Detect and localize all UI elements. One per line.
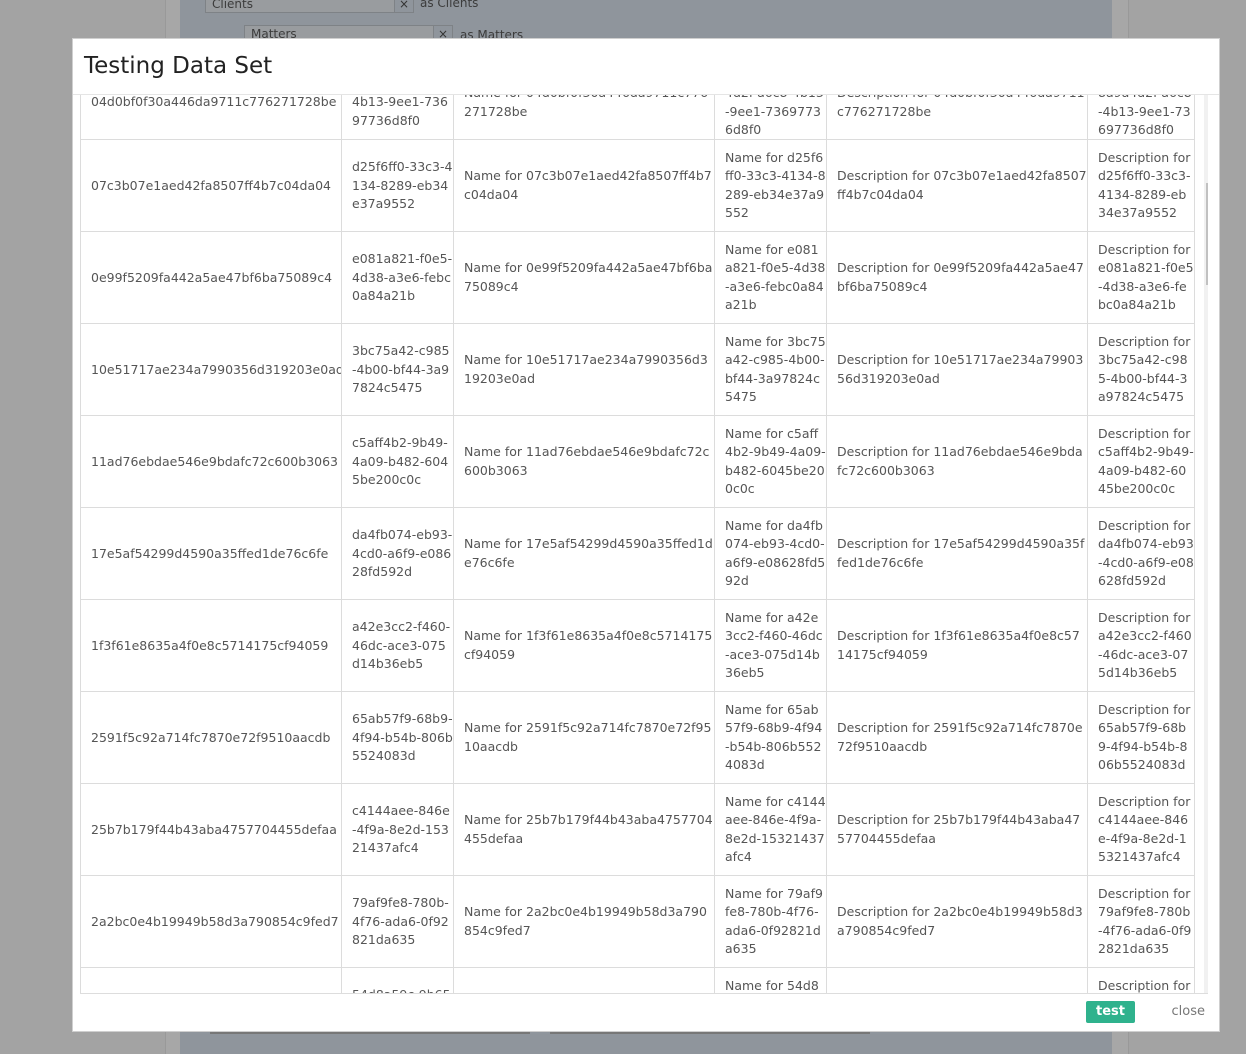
table-cell-col-4: Name for 3bc75a42-c985-4b00-bf44-3a97824… bbox=[714, 323, 827, 417]
table-cell-col-3: Name for 04d0bf0f30a446da9711c776271728b… bbox=[453, 95, 715, 141]
scroll-down-icon[interactable]: ▼ bbox=[1204, 974, 1208, 989]
table-cell-col-3: Name for 2591f5c92a714fc7870e72f9510aacd… bbox=[453, 691, 715, 785]
table-cell-col-6: Description for 54d8a59c-9b65-4870-856f-… bbox=[1087, 967, 1195, 993]
table-cell-col-6: Description for a42e3cc2-f460-46dc-ace3-… bbox=[1087, 599, 1195, 693]
table-cell-col-4: Name for c4144aee-846e-4f9a-8e2d-1532143… bbox=[714, 783, 827, 877]
table-cell-col-6: Description for c4144aee-846e-4f9a-8e2d-… bbox=[1087, 783, 1195, 877]
clients-select: Clients × bbox=[205, 0, 414, 13]
table-cell-col-6: Description for d25f6ff0-33c3-4134-8289-… bbox=[1087, 139, 1195, 233]
table-cell-col-5: Description for 2591f5c92a714fc7870e72f9… bbox=[826, 691, 1088, 785]
table-cell-col-5: Description for 1f3f61e8635a4f0e8c571417… bbox=[826, 599, 1088, 693]
table-cell-col-6: Description for e081a821-f0e5-4d38-a3e6-… bbox=[1087, 231, 1195, 325]
table-cell-col-3: Name for 10e51717ae234a7990356d319203e0a… bbox=[453, 323, 715, 417]
table-cell-col-5: Description for 07c3b07e1aed42fa8507ff4b… bbox=[826, 139, 1088, 233]
table-cell-col-2: 79af9fe8-780b-4f76-ada6-0f92821da635 bbox=[341, 875, 454, 969]
vertical-scrollbar[interactable]: ▲ ▼ bbox=[1204, 95, 1208, 993]
table-cell-col-1: 1f3f61e8635a4f0e8c5714175cf94059 bbox=[80, 599, 342, 693]
table-cell-col-3: Name for 25b7b179f44b43aba4757704455defa… bbox=[453, 783, 715, 877]
clients-alias-label: as Clients bbox=[420, 0, 479, 10]
table-cell-col-5: Description for 17e5af54299d4590a35ffed1… bbox=[826, 507, 1088, 601]
data-table-body: 04d0bf0f30a446da9711c776271728be8a9a4d2f… bbox=[80, 95, 1195, 993]
table-cell-col-1: 17e5af54299d4590a35ffed1de76c6fe bbox=[80, 507, 342, 601]
test-button[interactable]: test bbox=[1086, 1001, 1135, 1023]
table-cell-col-2: 65ab57f9-68b9-4f94-b54b-806b5524083d bbox=[341, 691, 454, 785]
table-cell-col-3: Name for 0e99f5209fa442a5ae47bf6ba75089c… bbox=[453, 231, 715, 325]
table-cell-col-5: Description for 10e51717ae234a7990356d31… bbox=[826, 323, 1088, 417]
table-cell-col-1: 04d0bf0f30a446da9711c776271728be bbox=[80, 95, 342, 141]
table-row: 07c3b07e1aed42fa8507ff4b7c04da04 d25f6ff0… bbox=[80, 139, 1195, 233]
table-row: 2a2bc0e4b19949b58d3a790854c9fed7 79af9fe8… bbox=[80, 875, 1195, 969]
table-cell-col-2: c4144aee-846e-4f9a-8e2d-15321437afc4 bbox=[341, 783, 454, 877]
table-row: 2591f5c92a714fc7870e72f9510aacdb 65ab57f9… bbox=[80, 691, 1195, 785]
table-cell-col-3: Name for 07c3b07e1aed42fa8507ff4b7c04da0… bbox=[453, 139, 715, 233]
table-cell-col-1: 0e99f5209fa442a5ae47bf6ba75089c4 bbox=[80, 231, 342, 325]
table-cell-col-4: Name for 79af9fe8-780b-4f76-ada6-0f92821… bbox=[714, 875, 827, 969]
table-row: 11ad76ebdae546e9bdafc72c600b3063 c5aff4b2… bbox=[80, 415, 1195, 509]
scroll-thumb[interactable] bbox=[1206, 183, 1208, 285]
table-row: 2b1332894ee24da0ae18722b0ae19cb554d8a59c… bbox=[80, 967, 1195, 993]
table-cell-col-6: Description for 65ab57f9-68b9-4f94-b54b-… bbox=[1087, 691, 1195, 785]
table-cell-col-2: c5aff4b2-9b49-4a09-b482-6045be200c0c bbox=[341, 415, 454, 509]
table-cell-col-3: Name for 2a2bc0e4b19949b58d3a790854c9fed… bbox=[453, 875, 715, 969]
modal-body: 04d0bf0f30a446da9711c776271728be8a9a4d2f… bbox=[80, 95, 1208, 994]
table-viewport: 04d0bf0f30a446da9711c776271728be8a9a4d2f… bbox=[80, 95, 1204, 993]
table-cell-col-1: 25b7b179f44b43aba4757704455defaa bbox=[80, 783, 342, 877]
table-row: 25b7b179f44b43aba4757704455defaa c4144aee… bbox=[80, 783, 1195, 877]
table-cell-col-4: Name for d25f6ff0-33c3-4134-8289-eb34e37… bbox=[714, 139, 827, 233]
table-row: 10e51717ae234a7990356d319203e0ad 3bc75a42… bbox=[80, 323, 1195, 417]
table-cell-col-2: e081a821-f0e5-4d38-a3e6-febc0a84a21b bbox=[341, 231, 454, 325]
table-cell-col-5: Description for 11ad76ebdae546e9bdafc72c… bbox=[826, 415, 1088, 509]
table-cell-col-1: 11ad76ebdae546e9bdafc72c600b3063 bbox=[80, 415, 342, 509]
table-cell-col-2: 3bc75a42-c985-4b00-bf44-3a97824c5475 bbox=[341, 323, 454, 417]
table-cell-col-2: a42e3cc2-f460-46dc-ace3-075d14b36eb5 bbox=[341, 599, 454, 693]
table-cell-col-2: da4fb074-eb93-4cd0-a6f9-e08628fd592d bbox=[341, 507, 454, 601]
data-table: 04d0bf0f30a446da9711c776271728be8a9a4d2f… bbox=[80, 95, 1195, 993]
table-cell-col-2: d25f6ff0-33c3-4134-8289-eb34e37a9552 bbox=[341, 139, 454, 233]
table-row: 04d0bf0f30a446da9711c776271728be8a9a4d2f… bbox=[80, 95, 1195, 141]
close-button[interactable]: close bbox=[1172, 1001, 1205, 1023]
table-row: 17e5af54299d4590a35ffed1de76c6fe da4fb074… bbox=[80, 507, 1195, 601]
modal-footer: test close bbox=[73, 993, 1219, 1031]
table-cell-col-3: Name for 11ad76ebdae546e9bdafc72c600b306… bbox=[453, 415, 715, 509]
table-cell-col-4: Name for 8a9a4d2f-a6c8-4b13-9ee1-7369773… bbox=[714, 95, 827, 141]
table-cell-col-5: Description for 2a2bc0e4b19949b58d3a7908… bbox=[826, 875, 1088, 969]
table-cell-col-6: Description for 8a9a4d2f-a6c8-4b13-9ee1-… bbox=[1087, 95, 1195, 141]
scroll-up-icon[interactable]: ▲ bbox=[1204, 99, 1208, 114]
table-cell-col-1: 2591f5c92a714fc7870e72f9510aacdb bbox=[80, 691, 342, 785]
table-cell-col-5: Description for 0e99f5209fa442a5ae47bf6b… bbox=[826, 231, 1088, 325]
table-cell-col-2: 8a9a4d2f-a6c8-4b13-9ee1-73697736d8f0 bbox=[341, 95, 454, 141]
table-cell-col-1: 07c3b07e1aed42fa8507ff4b7c04da04 bbox=[80, 139, 342, 233]
table-row: 0e99f5209fa442a5ae47bf6ba75089c4 e081a821… bbox=[80, 231, 1195, 325]
table-cell-col-4: Name for 54d8a59c-9b65-4870-856f-f29fb17… bbox=[714, 967, 827, 993]
table-cell-col-4: Name for c5aff4b2-9b49-4a09-b482-6045be2… bbox=[714, 415, 827, 509]
testing-data-set-modal: Testing Data Set 04d0bf0f30a446da9711c77… bbox=[72, 38, 1220, 1032]
table-row: 1f3f61e8635a4f0e8c5714175cf94059 a42e3cc2… bbox=[80, 599, 1195, 693]
table-cell-col-3: Name for 1f3f61e8635a4f0e8c5714175cf9405… bbox=[453, 599, 715, 693]
table-cell-col-5: Description for 04d0bf0f30a446da9711c776… bbox=[826, 95, 1088, 141]
table-cell-col-5: Description for 2b1332894ee24da0ae18722b… bbox=[826, 967, 1088, 993]
table-cell-col-1: 10e51717ae234a7990356d319203e0ad bbox=[80, 323, 342, 417]
clients-select-value: Clients bbox=[212, 0, 253, 11]
table-cell-col-4: Name for 65ab57f9-68b9-4f94-b54b-806b552… bbox=[714, 691, 827, 785]
table-cell-col-1: 2a2bc0e4b19949b58d3a790854c9fed7 bbox=[80, 875, 342, 969]
modal-header: Testing Data Set bbox=[73, 39, 1219, 95]
table-cell-col-6: Description for c5aff4b2-9b49-4a09-b482-… bbox=[1087, 415, 1195, 509]
table-cell-col-6: Description for 79af9fe8-780b-4f76-ada6-… bbox=[1087, 875, 1195, 969]
clients-clear-icon: × bbox=[394, 0, 414, 13]
table-cell-col-2: 54d8a59c-9b65-4870-856f-f29fb1739088 bbox=[341, 967, 454, 993]
table-cell-col-5: Description for 25b7b179f44b43aba4757704… bbox=[826, 783, 1088, 877]
modal-title: Testing Data Set bbox=[84, 53, 273, 79]
table-cell-col-3: Name for 2b1332894ee24da0ae18722b0ae19cb… bbox=[453, 967, 715, 993]
table-cell-col-6: Description for 3bc75a42-c985-4b00-bf44-… bbox=[1087, 323, 1195, 417]
table-cell-col-6: Description for da4fb074-eb93-4cd0-a6f9-… bbox=[1087, 507, 1195, 601]
table-cell-col-4: Name for e081a821-f0e5-4d38-a3e6-febc0a8… bbox=[714, 231, 827, 325]
table-cell-col-1: 2b1332894ee24da0ae18722b0ae19cb5 bbox=[80, 967, 342, 993]
table-cell-col-3: Name for 17e5af54299d4590a35ffed1de76c6f… bbox=[453, 507, 715, 601]
table-cell-col-4: Name for da4fb074-eb93-4cd0-a6f9-e08628f… bbox=[714, 507, 827, 601]
table-cell-col-4: Name for a42e3cc2-f460-46dc-ace3-075d14b… bbox=[714, 599, 827, 693]
